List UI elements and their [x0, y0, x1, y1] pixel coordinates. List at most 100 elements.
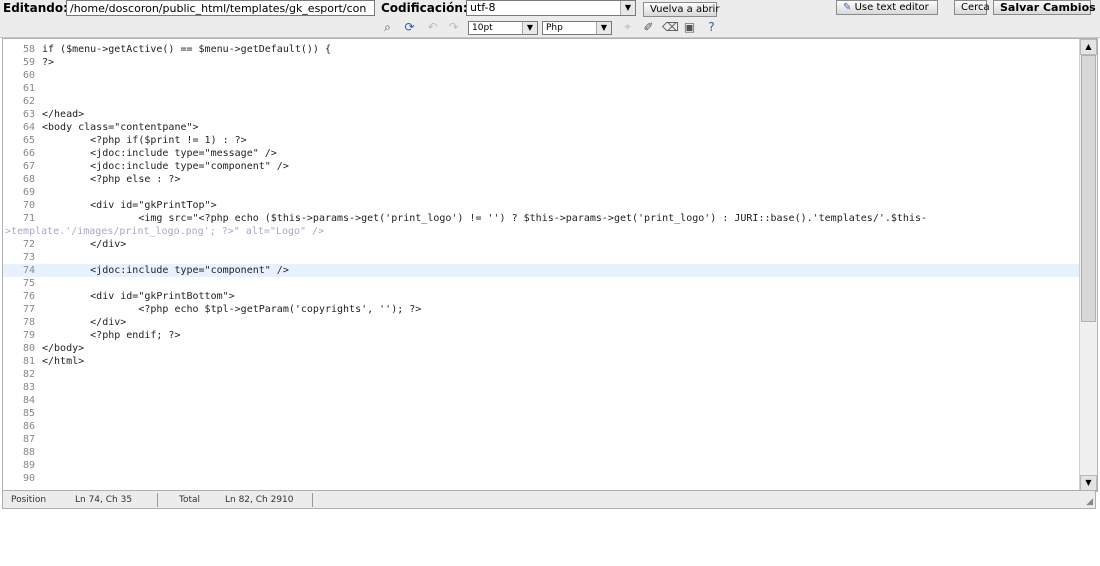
file-path-input[interactable]: /home/doscoron/public_html/templates/gk_…	[66, 0, 375, 16]
line-number: 79	[22, 330, 35, 341]
use-text-editor-label: Use text editor	[854, 2, 929, 13]
editor-toolbar: ⌕ ⟳ ↶ ↷ 10pt ▼ Php ▼ ✦ ✐ ⌫ ▣ ?	[0, 18, 1100, 38]
help-icon[interactable]: ?	[704, 20, 719, 35]
code-line[interactable]: 84	[3, 394, 1079, 407]
line-number: 87	[22, 434, 35, 445]
line-code: <div id="gkPrintTop">	[42, 200, 217, 211]
line-number: 76	[22, 291, 35, 302]
line-code: <?php else : ?>	[42, 174, 181, 185]
line-number: 58	[22, 44, 35, 55]
reopen-button[interactable]: Vuelva a abrir	[643, 2, 719, 17]
pencil-icon: ✎	[843, 2, 852, 13]
code-line[interactable]: 66 <jdoc:include type="message" />	[3, 147, 1079, 160]
encoding-value: utf-8	[470, 1, 496, 14]
line-code: </div>	[42, 317, 127, 328]
line-code: <jdoc:include type="component" />	[42, 161, 289, 172]
code-line[interactable]: 86	[3, 420, 1079, 433]
line-code: <?php echo $tpl->getParam('copyrights', …	[42, 304, 422, 315]
line-number: 80	[22, 343, 35, 354]
encoding-select[interactable]: utf-8 ▼	[466, 0, 636, 16]
line-number: 67	[22, 161, 35, 172]
line-number: 69	[22, 187, 35, 198]
line-number: 59	[22, 57, 35, 68]
code-line[interactable]: 81 </html>	[3, 355, 1079, 368]
use-text-editor-button[interactable]: ✎ Use text editor	[836, 0, 938, 15]
line-number: 63	[22, 109, 35, 120]
total-value: Ln 82, Ch 2910	[225, 495, 294, 505]
editing-label: Editando:	[3, 1, 68, 15]
line-code: >template.'/images/print_logo.png'; ?>" …	[5, 226, 325, 237]
code-line[interactable]: 74 <jdoc:include type="component" />	[3, 264, 1079, 277]
replace-icon[interactable]: ⟳	[402, 20, 417, 35]
code-line[interactable]: 58 if ($menu->getActive() == $menu->getDe…	[3, 43, 1079, 56]
code-line[interactable]: 89	[3, 459, 1079, 472]
divider	[312, 493, 313, 507]
code-line[interactable]: 90	[3, 472, 1079, 485]
line-number: 86	[22, 421, 35, 432]
close-button[interactable]: Cerca	[954, 0, 990, 15]
code-line[interactable]: 62	[3, 95, 1079, 108]
line-number: 74	[22, 265, 35, 276]
code-line[interactable]: 68 <?php else : ?>	[3, 173, 1079, 186]
font-size-select[interactable]: 10pt ▼	[468, 21, 538, 35]
line-number: 77	[22, 304, 35, 315]
code-editor[interactable]: 58 if ($menu->getActive() == $menu->getDe…	[2, 38, 1098, 492]
line-code: <body class="contentpane">	[42, 122, 199, 133]
code-line[interactable]: 87	[3, 433, 1079, 446]
save-changes-button[interactable]: Salvar Cambios	[993, 0, 1096, 15]
code-line[interactable]: 85	[3, 407, 1079, 420]
line-number: 61	[22, 83, 35, 94]
code-line[interactable]: 77 <?php echo $tpl->getParam('copyrights…	[3, 303, 1079, 316]
total-label: Total	[179, 495, 201, 505]
code-line[interactable]: 71 <img src="<?php echo ($this->params->…	[3, 212, 1079, 225]
line-code: </head>	[42, 109, 85, 120]
code-line[interactable]: 65 <?php if($print != 1) : ?>	[3, 134, 1079, 147]
position-value: Ln 74, Ch 35	[75, 495, 133, 505]
line-number: 89	[22, 460, 35, 471]
code-line[interactable]: 70 <div id="gkPrintTop">	[3, 199, 1079, 212]
code-line[interactable]: 64 <body class="contentpane">	[3, 121, 1079, 134]
font-size-value: 10pt	[472, 23, 493, 33]
code-line[interactable]: 76 <div id="gkPrintBottom">	[3, 290, 1079, 303]
code-line[interactable]: 67 <jdoc:include type="component" />	[3, 160, 1079, 173]
line-code: if ($menu->getActive() == $menu->getDefa…	[42, 44, 331, 55]
search-icon[interactable]: ⌕	[380, 20, 395, 35]
code-line[interactable]: 59 ?>	[3, 56, 1079, 69]
line-code: <div id="gkPrintBottom">	[42, 291, 235, 302]
code-line[interactable]: 63 </head>	[3, 108, 1079, 121]
fullscreen-icon[interactable]: ▣	[682, 20, 697, 35]
code-line[interactable]: 73	[3, 251, 1079, 264]
code-line[interactable]: 80 </body>	[3, 342, 1079, 355]
resize-grip-icon[interactable]: ◢	[1086, 497, 1093, 507]
vertical-scrollbar[interactable]: ▲ ▼	[1079, 39, 1097, 491]
line-number: 64	[22, 122, 35, 133]
line-code: <img src="<?php echo ($this->params->get…	[42, 213, 928, 224]
code-line[interactable]: 61	[3, 82, 1079, 95]
reset-icon[interactable]: ✐	[641, 20, 656, 35]
undo-icon[interactable]: ↶	[425, 20, 440, 35]
highlight-icon[interactable]: ✦	[620, 20, 635, 35]
scroll-down-icon[interactable]: ▼	[1080, 475, 1097, 491]
code-line[interactable]: 82	[3, 368, 1079, 381]
scrollbar-thumb[interactable]	[1081, 55, 1096, 322]
redo-icon[interactable]: ↷	[446, 20, 461, 35]
code-line[interactable]: 72 </div>	[3, 238, 1079, 251]
code-line[interactable]: 69	[3, 186, 1079, 199]
code-line[interactable]: 88	[3, 446, 1079, 459]
scroll-up-icon[interactable]: ▲	[1080, 39, 1097, 55]
code-line-wrap[interactable]: >template.'/images/print_logo.png'; ?>" …	[3, 225, 1079, 238]
code-line[interactable]: 78 </div>	[3, 316, 1079, 329]
line-number: 85	[22, 408, 35, 419]
syntax-select[interactable]: Php ▼	[542, 21, 612, 35]
code-line[interactable]: 83	[3, 381, 1079, 394]
clear-icon[interactable]: ⌫	[662, 20, 679, 35]
chevron-down-icon: ▼	[620, 1, 635, 15]
line-code: ?>	[42, 57, 55, 68]
code-line[interactable]: 79 <?php endif; ?>	[3, 329, 1079, 342]
line-number: 81	[22, 356, 35, 367]
code-line[interactable]: 75	[3, 277, 1079, 290]
code-line[interactable]: 60	[3, 69, 1079, 82]
line-number: 84	[22, 395, 35, 406]
line-code: </body>	[42, 343, 85, 354]
status-bar: Position Ln 74, Ch 35 Total Ln 82, Ch 29…	[2, 490, 1096, 509]
